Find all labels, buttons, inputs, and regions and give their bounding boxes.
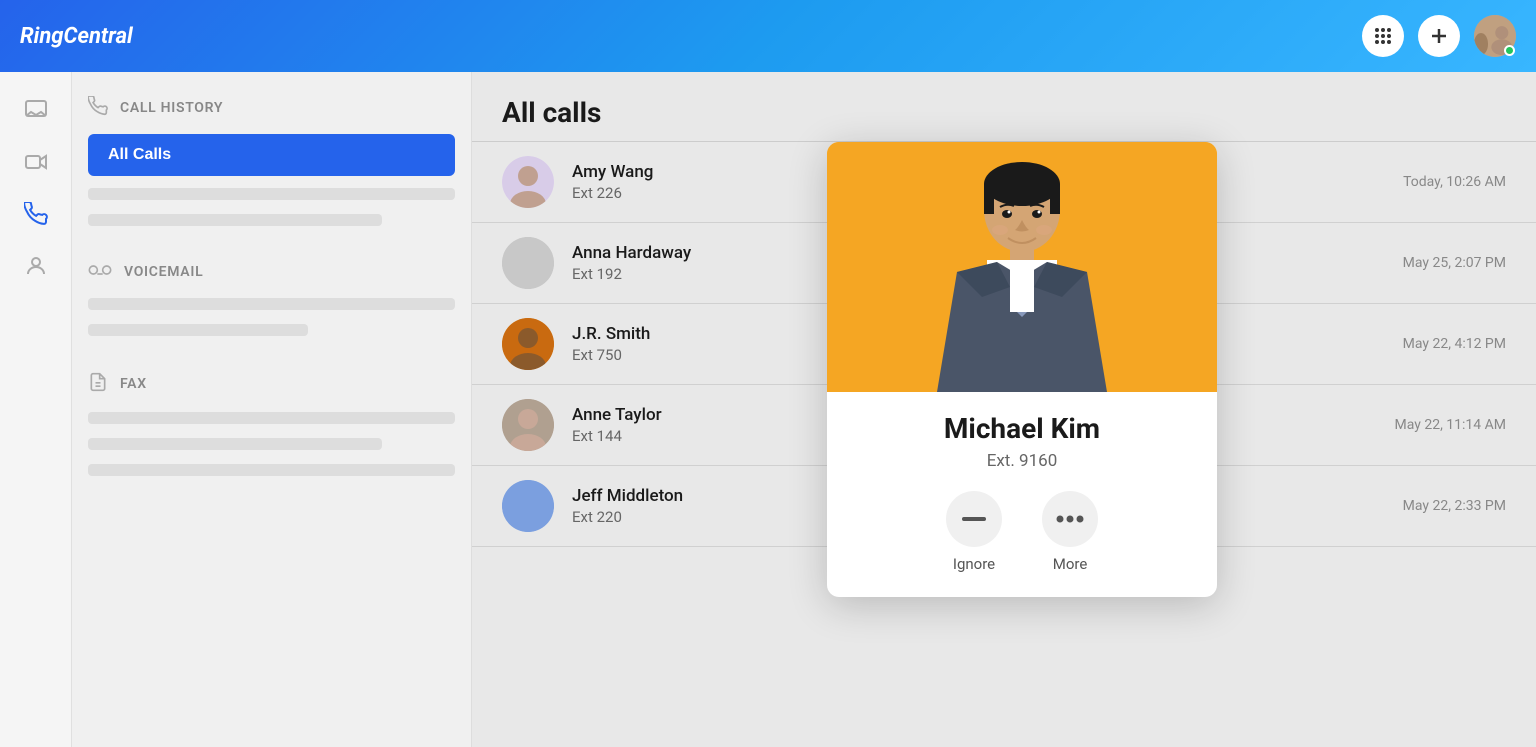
far-sidebar (0, 72, 72, 747)
ignore-label: Ignore (953, 555, 995, 573)
placeholder-bar-5 (88, 412, 455, 424)
avatar-jeff (502, 480, 554, 532)
avatar-anne (502, 399, 554, 451)
online-indicator (1504, 45, 1515, 56)
placeholder-bar-7 (88, 464, 455, 476)
profile-card: Michael Kim Ext. 9160 Ignore (827, 142, 1217, 597)
profile-photo (827, 142, 1217, 392)
grid-button[interactable] (1362, 15, 1404, 57)
more-label: More (1053, 555, 1088, 573)
call-time-anna: May 25, 2:07 PM (1403, 255, 1506, 271)
voicemail-icon (88, 262, 112, 282)
placeholder-bar-4 (88, 324, 308, 336)
phone-icon (88, 96, 108, 120)
call-time-amy: Today, 10:26 AM (1403, 174, 1506, 190)
placeholder-bar-3 (88, 298, 455, 310)
fax-icon (88, 372, 108, 396)
page-title: All calls (472, 72, 1536, 142)
call-history-label: CALL HISTORY (120, 100, 223, 116)
app-header: RingCentral (0, 0, 1536, 72)
call-history-section: CALL HISTORY (88, 92, 455, 124)
placeholder-bar-6 (88, 438, 382, 450)
placeholder-bar-1 (88, 188, 455, 200)
ignore-icon (946, 491, 1002, 547)
app-logo: RingCentral (20, 24, 133, 49)
voicemail-section: VOICEMAIL (88, 258, 455, 286)
add-button[interactable] (1418, 15, 1460, 57)
more-icon (1042, 491, 1098, 547)
call-time-anne: May 22, 11:14 AM (1395, 417, 1507, 433)
voicemail-label: VOICEMAIL (124, 264, 203, 280)
main-layout: CALL HISTORY All Calls VOICEMAIL (0, 72, 1536, 747)
all-calls-button[interactable]: All Calls (88, 134, 455, 176)
avatar-anna (502, 237, 554, 289)
profile-info: Michael Kim Ext. 9160 Ignore (827, 392, 1217, 597)
call-time-jr: May 22, 4:12 PM (1403, 336, 1506, 352)
profile-actions: Ignore More (851, 491, 1193, 573)
sidebar-item-phone[interactable] (14, 192, 58, 236)
avatar-jr (502, 318, 554, 370)
placeholder-bar-2 (88, 214, 382, 226)
more-button[interactable]: More (1042, 491, 1098, 573)
sidebar-item-chat[interactable] (14, 88, 58, 132)
sidebar-item-video[interactable] (14, 140, 58, 184)
header-actions (1362, 15, 1516, 57)
main-content: All calls Amy Wang Ext 226 Today, 10:26 … (472, 72, 1536, 747)
fax-label: FAX (120, 376, 147, 392)
profile-ext: Ext. 9160 (851, 451, 1193, 471)
profile-name: Michael Kim (851, 412, 1193, 445)
fax-section: FAX (88, 368, 455, 400)
ignore-button[interactable]: Ignore (946, 491, 1002, 573)
user-avatar-button[interactable] (1474, 15, 1516, 57)
left-panel: CALL HISTORY All Calls VOICEMAIL (72, 72, 472, 747)
avatar-amy (502, 156, 554, 208)
sidebar-item-contacts[interactable] (14, 244, 58, 288)
call-time-jeff: May 22, 2:33 PM (1403, 498, 1506, 514)
